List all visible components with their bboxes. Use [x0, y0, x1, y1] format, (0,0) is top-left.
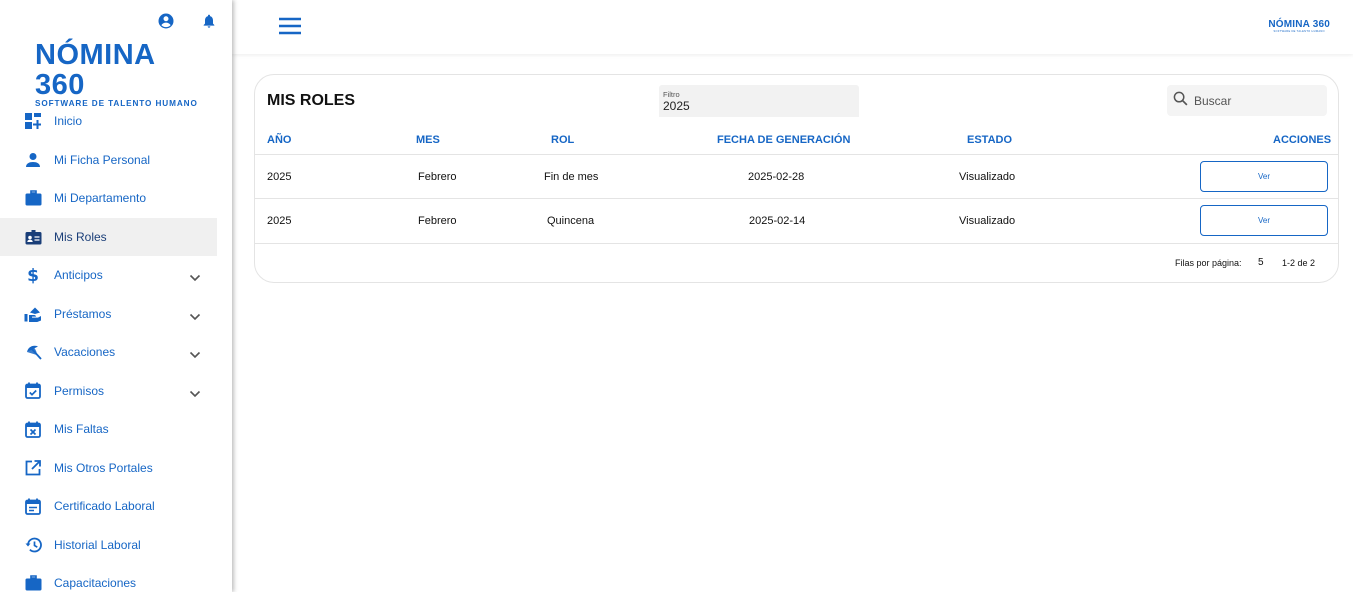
sidebar-item-label: Certificado Laboral: [54, 499, 155, 514]
sidebar-item-mi-departamento[interactable]: Mi Departamento: [0, 179, 217, 218]
sidebar: NÓMINA 360 SOFTWARE DE TALENTO HUMANO In…: [0, 0, 232, 592]
cell-mes: Febrero: [418, 171, 457, 183]
cell-mes: Febrero: [418, 215, 457, 227]
column-header-fecha[interactable]: FECHA DE GENERACIÓN: [717, 134, 850, 146]
sidebar-logo[interactable]: NÓMINA 360 SOFTWARE DE TALENTO HUMANO: [35, 39, 197, 108]
page-title: MIS ROLES: [267, 92, 356, 109]
dollar-icon: $: [24, 266, 42, 284]
cell-fecha: 2025-02-14: [749, 215, 806, 227]
school-icon: [24, 574, 42, 592]
divider: [255, 198, 1338, 199]
sidebar-item-prestamos[interactable]: Préstamos: [0, 295, 217, 334]
cell-anio: 2025: [267, 171, 292, 183]
column-header-mes[interactable]: MES: [416, 134, 440, 146]
rows-per-page-label: Filas por página:: [1175, 258, 1242, 268]
sidebar-item-label: Vacaciones: [54, 345, 116, 360]
sidebar-nav: Inicio Mi Ficha Personal Mi Departamento…: [0, 102, 232, 592]
sidebar-item-vacaciones[interactable]: Vacaciones: [0, 333, 217, 372]
briefcase-icon: [24, 189, 42, 207]
sidebar-item-mis-otros-portales[interactable]: Mis Otros Portales: [0, 449, 217, 488]
dashboard-icon: [24, 112, 42, 130]
column-header-anio[interactable]: AÑO: [267, 134, 291, 146]
topbar-logo-main: NÓMINA 360: [1268, 19, 1330, 30]
chevron-down-icon[interactable]: [189, 385, 201, 403]
filter-label: Filtro: [663, 90, 680, 99]
ver-button[interactable]: Ver: [1200, 161, 1328, 192]
sidebar-item-label: Mis Faltas: [54, 422, 109, 437]
sidebar-item-anticipos[interactable]: $ Anticipos: [0, 256, 217, 295]
calendar-text-icon: [24, 497, 42, 515]
badge-icon: [24, 228, 42, 246]
bell-icon[interactable]: [201, 12, 217, 30]
history-icon: [24, 536, 42, 554]
topbar-logo-sub: SOFTWARE DE TALENTO HUMANO: [1273, 30, 1325, 33]
sidebar-item-label: Permisos: [54, 383, 105, 398]
cell-rol: Fin de mes: [544, 171, 599, 183]
cell-anio: 2025: [267, 215, 292, 227]
search-box[interactable]: [1167, 85, 1327, 116]
sidebar-top-icons: [157, 12, 217, 30]
chevron-down-icon[interactable]: [189, 308, 201, 326]
person-icon: [24, 151, 42, 169]
sidebar-item-mis-faltas[interactable]: Mis Faltas: [0, 410, 217, 449]
svg-text:$: $: [27, 266, 39, 284]
sidebar-item-label: Historial Laboral: [54, 537, 141, 552]
account-circle-icon[interactable]: [157, 12, 175, 30]
chevron-down-icon[interactable]: [189, 269, 201, 287]
column-header-rol[interactable]: ROL: [551, 134, 574, 146]
sidebar-item-inicio[interactable]: Inicio: [0, 102, 217, 141]
sidebar-item-label: Préstamos: [54, 306, 112, 321]
sidebar-item-permisos[interactable]: Permisos: [0, 372, 217, 411]
cell-estado: Visualizado: [959, 171, 1016, 183]
beach-umbrella-icon: [24, 343, 42, 361]
ver-button[interactable]: Ver: [1200, 205, 1328, 236]
cell-estado: Visualizado: [959, 215, 1016, 227]
sidebar-item-mi-ficha-personal[interactable]: Mi Ficha Personal: [0, 141, 217, 180]
hand-money-icon: [24, 305, 42, 323]
pagination-range: 1-2 de 2: [1282, 258, 1316, 268]
hamburger-menu-icon[interactable]: [279, 16, 301, 36]
sidebar-item-label: Mi Ficha Personal: [54, 152, 151, 167]
sidebar-item-capacitaciones[interactable]: Capacitaciones: [0, 564, 217, 592]
column-header-estado[interactable]: ESTADO: [967, 134, 1012, 146]
calendar-check-icon: [24, 382, 42, 400]
chevron-down-icon[interactable]: [189, 346, 201, 364]
year-filter-field[interactable]: Filtro 2025: [659, 85, 859, 117]
top-bar: NÓMINA 360 SOFTWARE DE TALENTO HUMANO: [232, 0, 1353, 54]
topbar-logo[interactable]: NÓMINA 360 SOFTWARE DE TALENTO HUMANO: [1268, 20, 1330, 34]
open-in-new-icon: [24, 459, 42, 477]
sidebar-item-label: Inicio: [54, 114, 83, 129]
sidebar-item-label: Capacitaciones: [54, 576, 137, 591]
calendar-x-icon: [24, 420, 42, 438]
roles-card: MIS ROLES Filtro 2025 AÑO MES ROL FECHA …: [254, 74, 1339, 283]
cell-rol: Quincena: [547, 215, 595, 227]
rows-per-page-select[interactable]: 5: [1258, 257, 1264, 268]
sidebar-item-label: Mis Roles: [54, 229, 107, 244]
divider: [255, 154, 1338, 155]
sidebar-item-label: Mis Otros Portales: [54, 460, 153, 475]
sidebar-item-label: Anticipos: [54, 268, 103, 283]
column-header-acciones: ACCIONES: [1273, 134, 1332, 146]
sidebar-item-certificado-laboral[interactable]: Certificado Laboral: [0, 487, 217, 526]
search-icon: [1173, 91, 1188, 111]
logo-main-text: NÓMINA 360: [35, 39, 155, 101]
sidebar-item-historial-laboral[interactable]: Historial Laboral: [0, 526, 217, 565]
cell-fecha: 2025-02-28: [748, 171, 805, 183]
sidebar-item-label: Mi Departamento: [54, 191, 147, 206]
filter-value: 2025: [663, 99, 690, 113]
search-input[interactable]: [1192, 92, 1316, 109]
sidebar-item-mis-roles[interactable]: Mis Roles: [0, 217, 217, 256]
divider: [255, 243, 1338, 244]
